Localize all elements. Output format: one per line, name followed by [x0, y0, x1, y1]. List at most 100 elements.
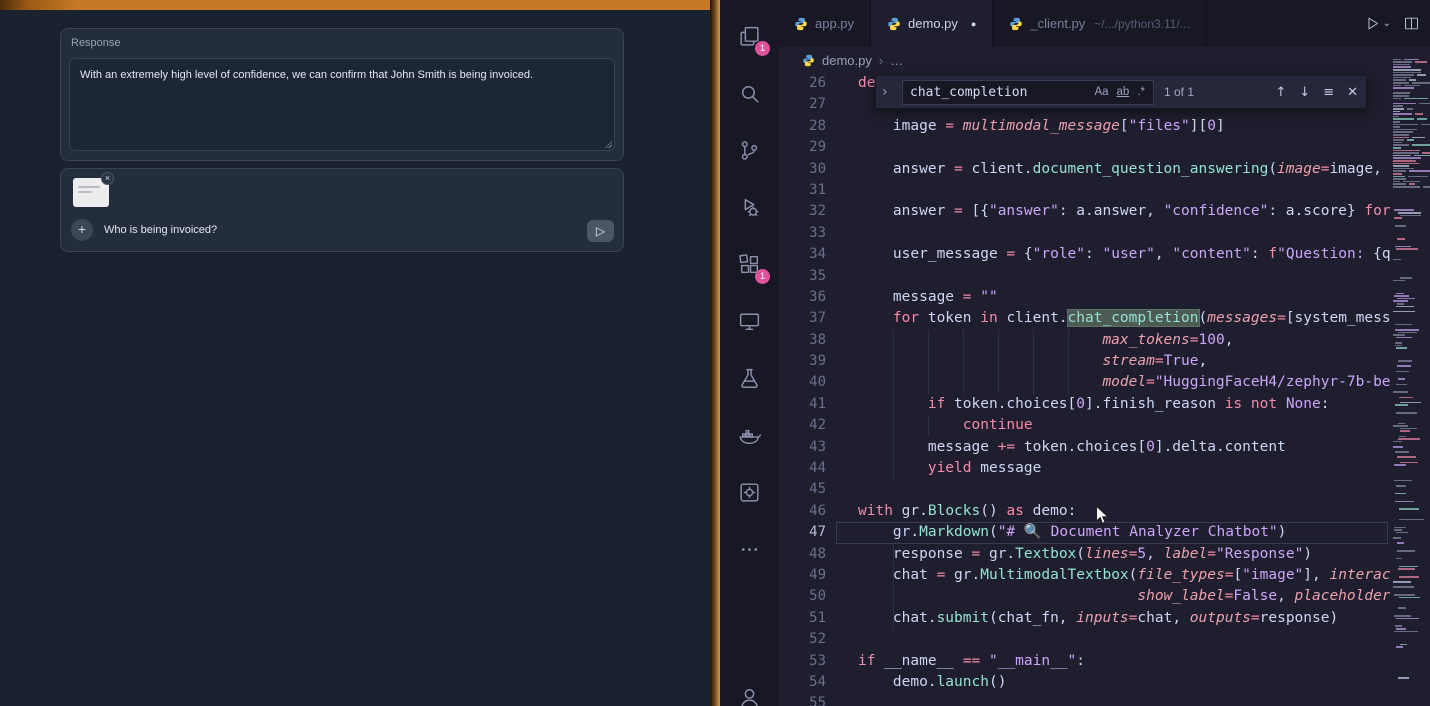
code-line-47[interactable]: 47 gr.Markdown("# 🔍 Document Analyzer Ch…	[778, 522, 1390, 543]
python-file-icon	[887, 17, 901, 31]
find-expand-chevron[interactable]: ›	[882, 84, 894, 100]
editor-actions: ⌄	[1360, 0, 1424, 47]
tab-app.py[interactable]: app.py	[778, 0, 871, 47]
remove-attachment-button[interactable]: ×	[101, 172, 114, 185]
find-previous-button[interactable]: ↑	[1275, 85, 1286, 100]
code-line-42[interactable]: 42 continue	[778, 415, 1390, 436]
code-line-43[interactable]: 43 message += token.choices[0].delta.con…	[778, 437, 1390, 458]
activity-bar: 11	[720, 0, 778, 706]
find-close-button[interactable]: ✕	[1347, 85, 1358, 100]
search-icon[interactable]	[727, 71, 771, 115]
line-content: model="HuggingFaceH4/zephyr-7b-beta	[858, 372, 1390, 393]
play-icon	[1364, 15, 1381, 32]
line-number: 49	[778, 565, 826, 586]
line-content: answer = client.document_question_answer…	[858, 159, 1390, 180]
send-icon: ▷	[596, 224, 605, 238]
tab-strip: app.pydemo.py●_client.py~/.../python3.11…	[778, 0, 1207, 47]
pane-divider[interactable]	[710, 0, 720, 706]
tab-_client.py[interactable]: _client.py~/.../python3.11/...	[993, 0, 1206, 47]
send-button[interactable]: ▷	[587, 220, 614, 242]
attach-file-button[interactable]: +	[71, 219, 93, 241]
line-number: 36	[778, 287, 826, 308]
line-number: 53	[778, 651, 826, 672]
code-line-55[interactable]: 55	[778, 693, 1390, 706]
account-icon[interactable]	[727, 674, 771, 706]
line-content: show_label=False, placeholder=	[858, 586, 1390, 607]
find-input[interactable]	[908, 84, 1089, 101]
code-line-36[interactable]: 36 message = ""	[778, 287, 1390, 308]
chat-message-text[interactable]: Who is being invoiced?	[104, 224, 217, 236]
source-control-icon[interactable]	[727, 128, 771, 172]
code-line-41[interactable]: 41 if token.choices[0].finish_reason is …	[778, 394, 1390, 415]
python-file-icon	[1009, 17, 1023, 31]
code-line-37[interactable]: 37 for token in client.chat_completion(m…	[778, 308, 1390, 329]
line-content: chat = gr.MultimodalTextbox(file_types=[…	[858, 565, 1390, 586]
more-icon[interactable]	[727, 527, 771, 571]
code-line-33[interactable]: 33	[778, 223, 1390, 244]
code-lines: 26def chat_fn(multimodal_message):2728 i…	[778, 73, 1390, 706]
code-line-50[interactable]: 50 show_label=False, placeholder=	[778, 586, 1390, 607]
tab-demo.py[interactable]: demo.py●	[871, 0, 993, 47]
remote-explorer-icon[interactable]	[727, 299, 771, 343]
code-line-32[interactable]: 32 answer = [{"answer": a.answer, "confi…	[778, 201, 1390, 222]
code-line-38[interactable]: 38 max_tokens=100,	[778, 330, 1390, 351]
explorer-icon[interactable]: 1	[727, 14, 771, 58]
testing-icon[interactable]	[727, 356, 771, 400]
line-number: 44	[778, 458, 826, 479]
find-in-selection-button[interactable]: ≡	[1323, 85, 1334, 100]
python-file-icon	[794, 17, 808, 31]
find-input-container: Aa ab .*	[902, 80, 1154, 105]
run-dropdown-chevron[interactable]: ⌄	[1383, 18, 1391, 29]
whole-word-toggle[interactable]: ab	[1114, 85, 1133, 99]
code-line-28[interactable]: 28 image = multimodal_message["files"][0…	[778, 116, 1390, 137]
line-number: 35	[778, 266, 826, 287]
run-debug-icon[interactable]	[727, 185, 771, 229]
match-case-toggle[interactable]: Aa	[1091, 85, 1111, 99]
code-line-30[interactable]: 30 answer = client.document_question_ans…	[778, 159, 1390, 180]
code-line-52[interactable]: 52	[778, 629, 1390, 650]
code-line-48[interactable]: 48 response = gr.Textbox(lines=5, label=…	[778, 544, 1390, 565]
code-line-35[interactable]: 35	[778, 266, 1390, 287]
split-editor-button[interactable]	[1403, 15, 1420, 32]
docker-icon[interactable]	[727, 413, 771, 457]
extensions-icon[interactable]: 1	[727, 242, 771, 286]
code-line-31[interactable]: 31	[778, 180, 1390, 201]
code-line-45[interactable]: 45	[778, 479, 1390, 500]
code-line-44[interactable]: 44 yield message	[778, 458, 1390, 479]
dev-containers-icon[interactable]	[727, 470, 771, 514]
code-line-39[interactable]: 39 stream=True,	[778, 351, 1390, 372]
line-number: 29	[778, 137, 826, 158]
breadcrumb-file[interactable]: demo.py	[822, 53, 872, 68]
line-content: image = multimodal_message["files"][0]	[858, 116, 1225, 137]
code-line-40[interactable]: 40 model="HuggingFaceH4/zephyr-7b-beta	[778, 372, 1390, 393]
line-number: 34	[778, 244, 826, 265]
line-number: 39	[778, 351, 826, 372]
line-number: 45	[778, 479, 826, 500]
window-top-accent	[0, 0, 710, 10]
line-number: 38	[778, 330, 826, 351]
response-label: Response	[71, 37, 121, 49]
line-number: 54	[778, 672, 826, 693]
code-line-51[interactable]: 51 chat.submit(chat_fn, inputs=chat, out…	[778, 608, 1390, 629]
code-editor[interactable]: 26def chat_fn(multimodal_message):2728 i…	[778, 73, 1390, 706]
breadcrumb-separator: ›	[879, 53, 883, 68]
find-next-button[interactable]: ↓	[1299, 85, 1310, 100]
response-textarea[interactable]: With an extremely high level of confiden…	[69, 58, 615, 151]
minimap[interactable]	[1390, 50, 1430, 706]
line-number: 32	[778, 201, 826, 222]
activity-badge: 1	[755, 269, 770, 284]
code-line-29[interactable]: 29	[778, 137, 1390, 158]
line-content: if token.choices[0].finish_reason is not…	[858, 394, 1329, 415]
code-line-46[interactable]: 46with gr.Blocks() as demo:	[778, 501, 1390, 522]
tab-label: _client.py	[1030, 16, 1085, 31]
regex-toggle[interactable]: .*	[1134, 85, 1148, 99]
line-number: 31	[778, 180, 826, 201]
code-line-34[interactable]: 34 user_message = {"role": "user", "cont…	[778, 244, 1390, 265]
code-line-54[interactable]: 54 demo.launch()	[778, 672, 1390, 693]
line-number: 52	[778, 629, 826, 650]
run-python-file-button[interactable]: ⌄	[1364, 15, 1391, 32]
code-line-49[interactable]: 49 chat = gr.MultimodalTextbox(file_type…	[778, 565, 1390, 586]
breadcrumb-more[interactable]: …	[890, 53, 903, 68]
code-line-53[interactable]: 53if __name__ == "__main__":	[778, 651, 1390, 672]
line-number: 33	[778, 223, 826, 244]
